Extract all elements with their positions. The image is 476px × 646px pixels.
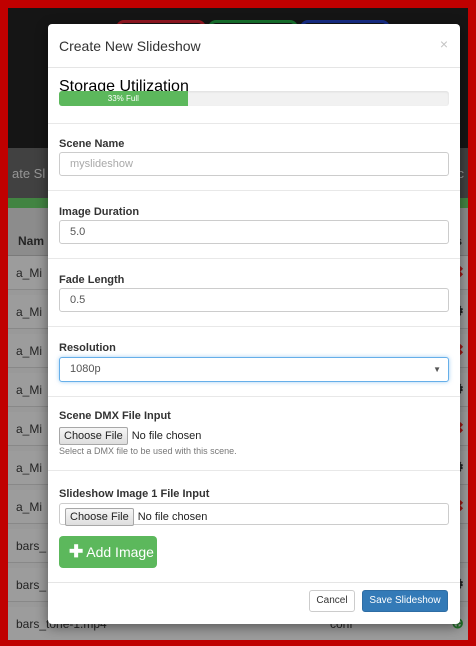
- modal-title: Create New Slideshow: [59, 38, 201, 54]
- dmx-file-status: No file chosen: [131, 430, 202, 442]
- save-slideshow-button[interactable]: Save Slideshow: [362, 590, 448, 612]
- divider: [48, 190, 460, 191]
- scene-name-input[interactable]: [59, 152, 449, 176]
- create-slideshow-modal: Create New Slideshow × Storage Utilizati…: [48, 24, 460, 624]
- resolution-selected-value: 1080p: [70, 363, 101, 375]
- dmx-file-label: Scene DMX File Input: [59, 410, 171, 422]
- divider: [48, 470, 460, 471]
- dmx-help-text: Select a DMX file to be used with this s…: [59, 446, 237, 456]
- divider: [48, 396, 460, 397]
- add-image-label: Add Image: [86, 544, 154, 560]
- chevron-down-icon: ▼: [433, 365, 441, 374]
- modal-header: Create New Slideshow ×: [48, 24, 460, 68]
- divider: [48, 326, 460, 327]
- image-1-choose-file-button[interactable]: Choose File: [65, 508, 134, 526]
- divider: [48, 258, 460, 259]
- dmx-choose-file-button[interactable]: Choose File: [59, 427, 128, 445]
- divider: [48, 123, 460, 124]
- dmx-file-input: Choose File No file chosen: [59, 426, 449, 445]
- cancel-button[interactable]: Cancel: [309, 590, 355, 612]
- resolution-label: Resolution: [59, 342, 116, 354]
- plus-icon: ✚: [69, 542, 84, 561]
- image-1-file-label: Slideshow Image 1 File Input: [59, 488, 210, 500]
- close-icon[interactable]: ×: [440, 36, 448, 52]
- image-1-file-status: No file chosen: [137, 511, 208, 523]
- resolution-select[interactable]: 1080p ▼: [59, 357, 449, 382]
- image-duration-label: Image Duration: [59, 206, 140, 218]
- storage-progress-bar: 33% Full: [59, 91, 449, 106]
- modal-footer-divider: [48, 582, 460, 583]
- image-1-file-input: Choose File No file chosen: [59, 503, 449, 526]
- fade-length-input[interactable]: [59, 288, 449, 312]
- scene-name-label: Scene Name: [59, 138, 125, 150]
- storage-progress-fill: 33% Full: [59, 91, 188, 106]
- image-duration-input[interactable]: [59, 220, 449, 244]
- add-image-button[interactable]: ✚ Add Image: [59, 536, 157, 568]
- fade-length-label: Fade Length: [59, 274, 125, 286]
